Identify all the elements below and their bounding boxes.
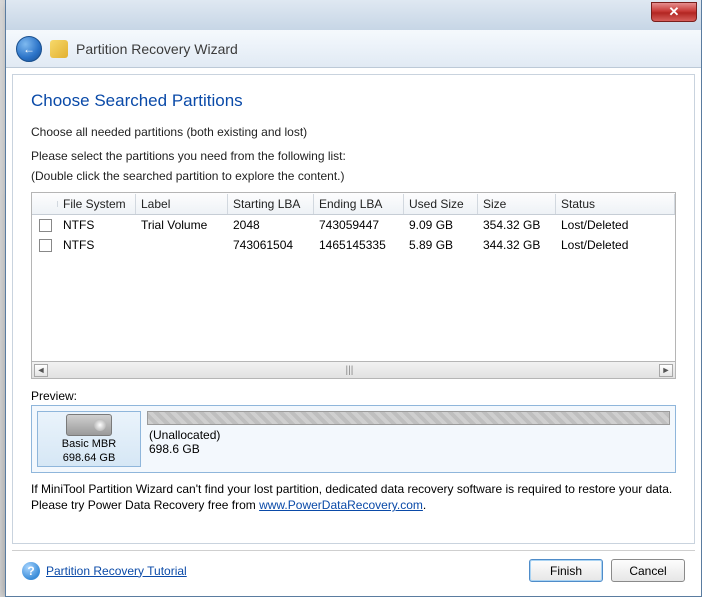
unallocated-size: 698.6 GB — [147, 442, 670, 456]
instruction-1: Choose all needed partitions (both exist… — [31, 125, 676, 139]
note-text-2: . — [423, 498, 426, 512]
preview-label: Preview: — [31, 389, 676, 403]
horizontal-scrollbar[interactable]: ◄ ||| ► — [31, 362, 676, 379]
table-row[interactable]: NTFS 743061504 1465145335 5.89 GB 344.32… — [32, 235, 675, 255]
wizard-title: Partition Recovery Wizard — [76, 41, 238, 57]
cell-size: 344.32 GB — [478, 235, 556, 255]
preview-box: Basic MBR 698.64 GB (Unallocated) 698.6 … — [31, 405, 676, 473]
hdd-icon — [66, 414, 112, 436]
table-row[interactable]: NTFS Trial Volume 2048 743059447 9.09 GB… — [32, 215, 675, 235]
cell-used-size: 9.09 GB — [404, 215, 478, 235]
table-body: NTFS Trial Volume 2048 743059447 9.09 GB… — [32, 215, 675, 361]
cell-ending-lba: 1465145335 — [314, 235, 404, 255]
back-button[interactable]: ← — [16, 36, 42, 62]
app-icon — [50, 40, 68, 58]
finish-button[interactable]: Finish — [529, 559, 603, 582]
col-size[interactable]: Size — [478, 194, 556, 214]
cell-used-size: 5.89 GB — [404, 235, 478, 255]
row-checkbox[interactable] — [39, 239, 52, 252]
partition-table: File System Label Starting LBA Ending LB… — [31, 192, 676, 362]
tutorial-area: ? Partition Recovery Tutorial — [22, 562, 187, 580]
instruction-2-line1: Please select the partitions you need fr… — [31, 149, 676, 165]
cell-starting-lba: 2048 — [228, 215, 314, 235]
scroll-right-icon[interactable]: ► — [659, 364, 673, 377]
help-note: If MiniTool Partition Wizard can't find … — [31, 481, 676, 513]
cell-ending-lba: 743059447 — [314, 215, 404, 235]
instruction-2-line2: (Double click the searched partition to … — [31, 169, 676, 185]
section-title: Choose Searched Partitions — [31, 91, 676, 111]
col-used-size[interactable]: Used Size — [404, 194, 478, 214]
disk-type: Basic MBR — [62, 438, 116, 450]
col-check — [32, 201, 58, 207]
cell-label: Trial Volume — [136, 215, 228, 235]
tutorial-link[interactable]: Partition Recovery Tutorial — [46, 564, 187, 578]
col-label[interactable]: Label — [136, 194, 228, 214]
col-ending-lba[interactable]: Ending LBA — [314, 194, 404, 214]
row-checkbox[interactable] — [39, 219, 52, 232]
unallocated-label: (Unallocated) — [147, 428, 670, 442]
cancel-button[interactable]: Cancel — [611, 559, 685, 582]
dialog-body: Choose Searched Partitions Choose all ne… — [12, 74, 695, 544]
dialog-footer: ? Partition Recovery Tutorial Finish Can… — [12, 550, 695, 590]
cell-filesystem: NTFS — [58, 235, 136, 255]
scroll-left-icon[interactable]: ◄ — [34, 364, 48, 377]
titlebar: ✕ — [6, 0, 701, 30]
scroll-track[interactable]: ||| — [48, 365, 659, 376]
powerdatarecovery-link[interactable]: www.PowerDataRecovery.com — [259, 498, 423, 512]
disk-size: 698.64 GB — [63, 452, 116, 464]
wizard-header: ← Partition Recovery Wizard — [6, 30, 701, 68]
allocation-area: (Unallocated) 698.6 GB — [147, 411, 670, 467]
action-buttons: Finish Cancel — [529, 559, 685, 582]
close-button[interactable]: ✕ — [651, 2, 697, 22]
cell-starting-lba: 743061504 — [228, 235, 314, 255]
table-header: File System Label Starting LBA Ending LB… — [32, 193, 675, 215]
cell-label — [136, 242, 228, 248]
dialog-window: ✕ ← Partition Recovery Wizard Choose Sea… — [5, 0, 702, 597]
cell-status: Lost/Deleted — [556, 215, 675, 235]
col-starting-lba[interactable]: Starting LBA — [228, 194, 314, 214]
col-filesystem[interactable]: File System — [58, 194, 136, 214]
disk-card[interactable]: Basic MBR 698.64 GB — [37, 411, 141, 467]
unallocated-bar[interactable] — [147, 411, 670, 425]
cell-status: Lost/Deleted — [556, 235, 675, 255]
col-status[interactable]: Status — [556, 194, 675, 214]
help-icon[interactable]: ? — [22, 562, 40, 580]
scroll-grip-icon[interactable]: ||| — [346, 365, 362, 376]
back-arrow-icon: ← — [23, 42, 35, 56]
cell-filesystem: NTFS — [58, 215, 136, 235]
cell-size: 354.32 GB — [478, 215, 556, 235]
